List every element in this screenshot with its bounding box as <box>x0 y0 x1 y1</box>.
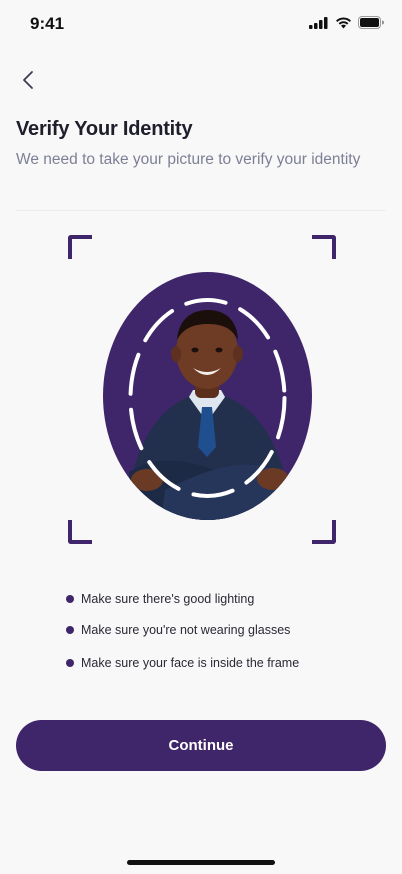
bullet-icon <box>66 626 74 634</box>
person-photo <box>125 310 293 520</box>
tip-text: Make sure there's good lighting <box>81 592 255 606</box>
page-title: Verify Your Identity <box>16 118 193 140</box>
divider <box>16 210 386 211</box>
home-indicator <box>127 860 275 865</box>
tip-text: Make sure your face is inside the frame <box>81 656 300 670</box>
tip-item: Make sure there's good lighting <box>66 592 254 606</box>
face-preview <box>125 298 293 520</box>
chevron-left-icon <box>23 71 33 89</box>
status-bar: 9:41 <box>0 0 402 48</box>
frame-corner-top-left <box>68 235 92 259</box>
signal-icon <box>309 16 328 29</box>
continue-button[interactable]: Continue <box>16 720 386 771</box>
tip-item: Make sure your face is inside the frame <box>66 656 299 670</box>
battery-icon <box>358 16 384 29</box>
frame-corner-bottom-left <box>68 520 92 544</box>
frame-corner-bottom-right <box>312 520 336 544</box>
page-subtitle: We need to take your picture to verify y… <box>16 151 361 168</box>
back-button[interactable] <box>14 66 42 94</box>
tip-text: Make sure you're not wearing glasses <box>81 623 291 637</box>
bullet-icon <box>66 595 74 603</box>
tip-item: Make sure you're not wearing glasses <box>66 623 290 637</box>
wifi-icon <box>336 16 351 28</box>
status-time: 9:41 <box>30 14 65 33</box>
frame-corner-top-right <box>312 235 336 259</box>
bullet-icon <box>66 659 74 667</box>
status-icons <box>309 16 384 29</box>
